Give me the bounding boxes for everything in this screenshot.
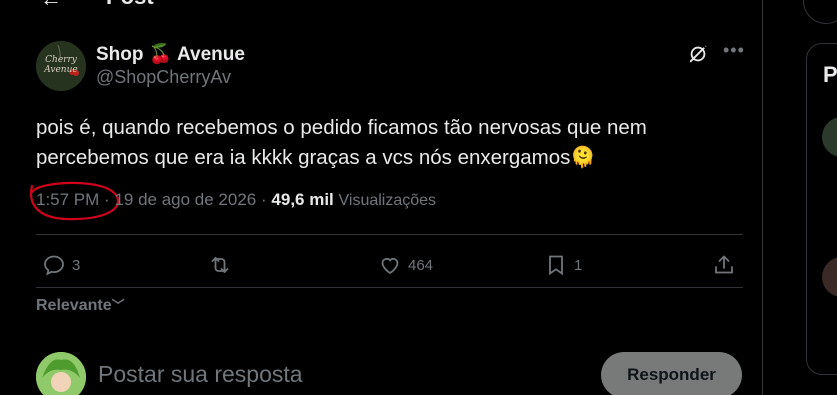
post-date[interactable]: 19 de ago de 2026 [114,190,256,209]
user-avatar[interactable] [36,352,86,395]
share-icon [715,255,733,274]
bookmark-button[interactable]: 1 [544,250,582,280]
avatar-text-line: Cherry [45,55,77,65]
right-sidebar-panel [806,43,837,375]
post-detail-page: ← Post Cherry Avenue Shop 🍒 Avenue @Shop… [0,0,837,395]
back-arrow-icon[interactable]: ← [40,0,62,12]
repost-button[interactable] [208,250,238,280]
sort-label: Relevante [36,297,112,314]
divider [36,234,743,235]
like-button[interactable]: 464 [378,250,433,280]
reply-input[interactable]: Postar sua resposta [98,361,303,388]
reply-button[interactable]: 3 [42,250,80,280]
reply-submit-button[interactable]: Responder [601,352,742,395]
views-count: 49,6 mil [271,190,334,209]
more-options-icon[interactable]: ••• [723,40,745,61]
views-label: Visualizações [338,192,437,209]
author-handle[interactable]: @ShopCherryAv [96,67,231,88]
like-count: 464 [408,256,434,274]
heart-icon [381,257,399,275]
post-action-bar: 3 464 1 [36,250,743,280]
column-divider [762,0,763,395]
share-button[interactable] [712,250,736,280]
page-title: Post [106,0,154,10]
bookmark-icon [549,255,563,276]
post-text: pois é, quando recebemos o pedido ficamo… [36,116,647,169]
sort-dropdown[interactable]: Relevante﹀ [36,295,125,315]
author-avatar[interactable]: Cherry Avenue [36,41,86,91]
post-metadata: 1:57 PM · 19 de ago de 2026 · 49,6 mil V… [36,190,436,210]
meta-separator: · [104,190,110,209]
right-column-button[interactable] [803,0,837,24]
divider [36,287,743,288]
avatar-text-line: Avenue [44,65,78,75]
bookmark-count: 1 [574,256,583,274]
meta-separator: · [261,190,267,209]
post-time[interactable]: 1:57 PM [36,190,99,209]
repost-icon [211,256,229,274]
author-display-name[interactable]: Shop 🍒 Avenue [96,42,245,66]
grok-icon[interactable] [687,43,709,65]
reply-count: 3 [72,256,81,274]
chevron-down-icon: ﹀ [111,298,125,313]
reply-icon [44,255,64,276]
right-sidebar-heading: P [823,62,837,87]
